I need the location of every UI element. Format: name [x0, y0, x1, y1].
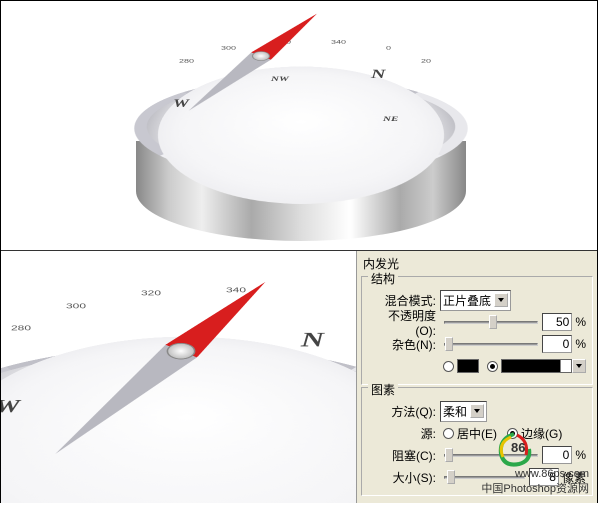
noise-label: 杂色(N): — [368, 336, 440, 353]
choke-slider-thumb[interactable] — [445, 448, 453, 462]
direction-w-zoom: W — [1, 397, 20, 418]
tick-280-zoom: 280 — [11, 324, 31, 332]
size-slider-thumb[interactable] — [447, 470, 455, 484]
gradient-picker[interactable] — [501, 359, 572, 373]
opacity-slider-thumb[interactable] — [489, 315, 497, 329]
noise-slider[interactable] — [444, 343, 538, 346]
direction-n: N — [371, 67, 386, 82]
compass-preview-zoom: N W NW 280 300 320 340 — [1, 251, 356, 503]
tick-340: 340 — [331, 39, 346, 45]
method-select[interactable]: 柔和 — [440, 401, 487, 422]
opacity-unit: % — [575, 315, 586, 329]
tick-280: 280 — [179, 58, 194, 64]
blend-mode-select[interactable]: 正片叠底 — [440, 290, 511, 311]
opacity-slider[interactable] — [444, 321, 538, 324]
choke-unit: % — [575, 448, 586, 462]
method-label: 方法(Q): — [368, 403, 440, 420]
color-gradient-radio[interactable] — [487, 361, 498, 372]
tick-0: 0 — [386, 45, 391, 51]
method-dropdown-icon[interactable] — [470, 404, 484, 418]
layer-style-panel: 内发光 结构 混合模式: 正片叠底 不透明度(O): % — [356, 251, 597, 503]
opacity-label: 不透明度(O): — [368, 307, 440, 338]
direction-ne: NE — [383, 115, 398, 123]
svg-text:86: 86 — [511, 440, 525, 455]
tick-20: 20 — [421, 58, 431, 64]
blend-mode-value: 正片叠底 — [443, 292, 491, 309]
color-solid-radio[interactable] — [443, 361, 454, 372]
tick-300-zoom: 300 — [66, 302, 86, 310]
gradient-dropdown-icon[interactable] — [572, 359, 586, 373]
source-center-radio[interactable] — [443, 428, 454, 439]
effect-title: 内发光 — [357, 253, 597, 274]
watermark: www.86ps.com 中国Photoshop资源网 — [481, 468, 589, 496]
structure-legend: 结构 — [368, 272, 398, 286]
direction-n-zoom: N — [301, 328, 325, 352]
tick-320-zoom: 320 — [141, 289, 161, 297]
choke-label: 阻塞(C): — [368, 447, 440, 464]
method-value: 柔和 — [443, 403, 467, 420]
size-label: 大小(S): — [368, 469, 440, 486]
elements-legend: 图素 — [368, 383, 398, 397]
noise-slider-thumb[interactable] — [445, 337, 453, 351]
direction-nw: NW — [271, 75, 289, 83]
dropdown-icon[interactable] — [494, 293, 508, 307]
color-swatch[interactable] — [457, 359, 479, 373]
compass-preview-top: N W NW NE 280 300 320 340 0 20 — [1, 1, 597, 250]
site-logo: 86 — [489, 429, 539, 472]
watermark-text: 中国Photoshop资源网 — [481, 480, 589, 496]
noise-unit: % — [575, 337, 586, 351]
choke-input[interactable] — [542, 446, 572, 464]
structure-group: 结构 混合模式: 正片叠底 不透明度(O): % — [361, 276, 593, 385]
opacity-input[interactable] — [542, 313, 572, 331]
watermark-url: www.86ps.com — [481, 468, 589, 480]
tick-300: 300 — [221, 45, 236, 51]
logo-swirl-icon: 86 — [489, 429, 539, 469]
source-label: 源: — [368, 425, 440, 442]
noise-input[interactable] — [542, 335, 572, 353]
